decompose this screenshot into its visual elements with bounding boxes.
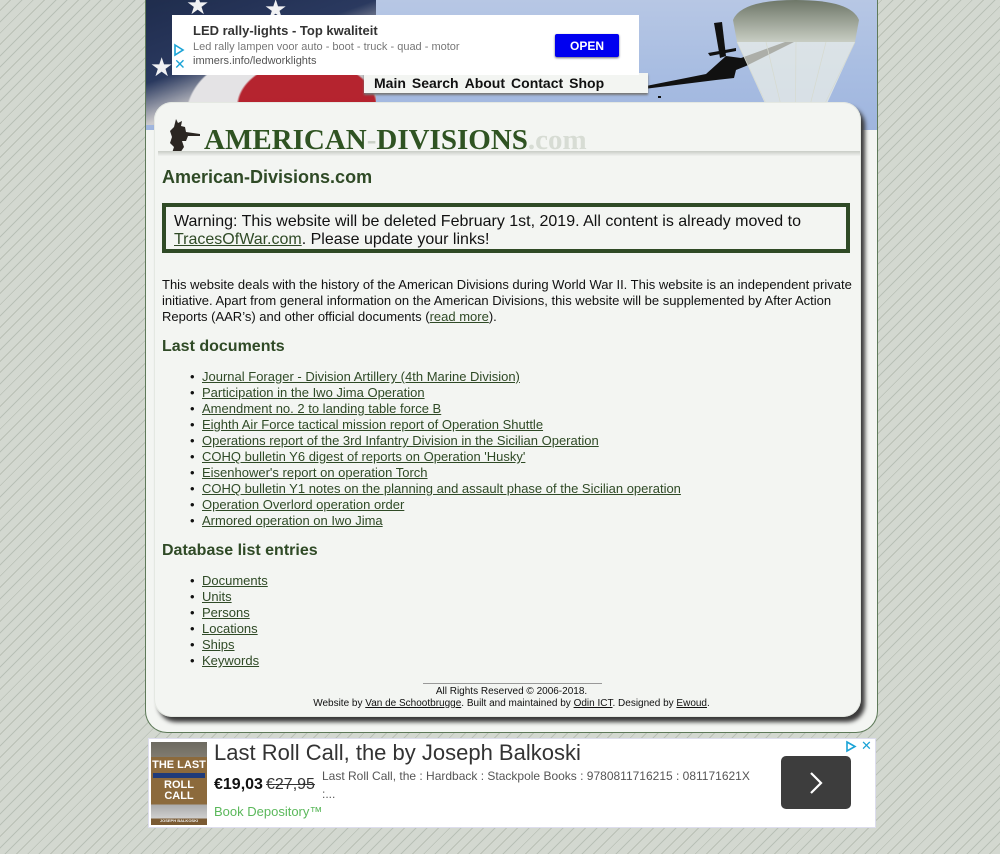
footer-divider	[423, 683, 602, 684]
van-de-schootbrugge-link[interactable]: Van de Schootbrugge	[365, 698, 461, 709]
ad-open-button[interactable]: OPEN	[555, 34, 619, 57]
list-item: Eisenhower's report on operation Torch	[190, 465, 681, 481]
database-link-persons[interactable]: Persons	[202, 605, 250, 620]
last-documents-list: Journal Forager - Division Artillery (4t…	[162, 369, 681, 529]
database-link-ships[interactable]: Ships	[202, 637, 235, 652]
list-item: Journal Forager - Division Artillery (4t…	[190, 369, 681, 385]
ad-next-button[interactable]	[781, 756, 851, 809]
database-link-units[interactable]: Units	[202, 589, 232, 604]
list-item: Eighth Air Force tactical mission report…	[190, 417, 681, 433]
document-link[interactable]: Amendment no. 2 to landing table force B	[202, 401, 441, 416]
list-item: Operation Overlord operation order	[190, 497, 681, 513]
credits-text: . Designed by	[612, 698, 677, 709]
logo-divider	[158, 151, 860, 156]
ad-description: Led rally lampen voor auto - boot - truc…	[193, 41, 460, 53]
nav-search[interactable]: Search	[412, 75, 459, 91]
site-logo[interactable]: AMERICAN - DIVISIONS .com	[166, 115, 587, 155]
list-item: Persons	[190, 605, 268, 621]
adchoices-icon[interactable]	[173, 43, 185, 57]
warning-text: Warning: This website will be deleted Fe…	[174, 213, 801, 230]
list-item: COHQ bulletin Y1 notes on the planning a…	[190, 481, 681, 497]
credits-text: Website by	[313, 698, 366, 709]
document-link[interactable]: Armored operation on Iwo Jima	[202, 513, 383, 528]
list-item: Ships	[190, 637, 268, 653]
cover-band	[153, 773, 205, 778]
ad-url[interactable]: immers.info/ledworklights	[193, 55, 316, 67]
copyright-text: All Rights Reserved © 2006-2018.	[435, 686, 588, 697]
document-link[interactable]: COHQ bulletin Y1 notes on the planning a…	[202, 481, 681, 496]
nav-about[interactable]: About	[465, 75, 505, 91]
document-link[interactable]: Participation in the Iwo Jima Operation	[202, 385, 425, 400]
star-icon: ★	[150, 52, 174, 82]
nav-shop[interactable]: Shop	[569, 75, 604, 91]
intro-paragraph: This website deals with the history of t…	[162, 277, 852, 325]
list-item: Participation in the Iwo Jima Operation	[190, 385, 681, 401]
credits-text: . Built and maintained by	[461, 698, 574, 709]
nav-main[interactable]: Main	[374, 75, 406, 91]
bottom-ad-banner[interactable]: THE LAST ROLL CALL JOSEPH BALKOSKI Last …	[148, 738, 876, 828]
database-heading: Database list entries	[162, 542, 318, 559]
nav-contact[interactable]: Contact	[511, 75, 563, 91]
database-list: Documents Units Persons Locations Ships …	[162, 573, 268, 669]
list-item: Documents	[190, 573, 268, 589]
ad-price: €19,03	[214, 776, 263, 793]
intro-text: This website deals with the history of t…	[162, 277, 852, 324]
cover-title-line2: ROLL CALL	[164, 779, 194, 802]
close-ad-icon[interactable]: ✕	[861, 739, 872, 753]
ad-title[interactable]: LED rally-lights - Top kwaliteit	[193, 23, 378, 38]
document-link[interactable]: Eisenhower's report on operation Torch	[202, 465, 428, 480]
footer: All Rights Reserved © 2006-2018. Website…	[146, 686, 877, 710]
warning-text-end: . Please update your links!	[301, 231, 490, 248]
document-link[interactable]: Operations report of the 3rd Infantry Di…	[202, 433, 599, 448]
document-link[interactable]: Journal Forager - Division Artillery (4t…	[202, 369, 520, 384]
ewoud-link[interactable]: Ewoud	[676, 698, 707, 709]
list-item: Armored operation on Iwo Jima	[190, 513, 681, 529]
ad-headline[interactable]: Last Roll Call, the by Joseph Balkoski	[214, 740, 581, 766]
close-ad-icon[interactable]: ✕	[174, 57, 186, 71]
intro-text-end: ).	[488, 309, 497, 324]
list-item: Operations report of the 3rd Infantry Di…	[190, 433, 681, 449]
database-link-documents[interactable]: Documents	[202, 573, 268, 588]
tracesofwar-link[interactable]: TracesOfWar.com	[174, 231, 302, 248]
last-documents-heading: Last documents	[162, 338, 285, 355]
database-link-locations[interactable]: Locations	[202, 621, 258, 636]
top-ad-banner[interactable]: ✕ LED rally-lights - Top kwaliteit Led r…	[172, 15, 639, 75]
page-container: ★ ★ ★ ★	[145, 0, 878, 733]
document-link[interactable]: Eighth Air Force tactical mission report…	[202, 417, 543, 432]
cover-title-line1: THE LAST	[152, 759, 206, 771]
list-item: Units	[190, 589, 268, 605]
read-more-link[interactable]: read more	[430, 309, 489, 324]
page-title: American-Divisions.com	[162, 167, 373, 187]
ad-description: Last Roll Call, the : Hardback : Stackpo…	[322, 769, 750, 801]
book-cover-image[interactable]: THE LAST ROLL CALL JOSEPH BALKOSKI	[151, 742, 207, 825]
document-link[interactable]: Operation Overlord operation order	[202, 497, 404, 512]
odin-ict-link[interactable]: Odin ICT	[574, 698, 613, 709]
warning-box: Warning: This website will be deleted Fe…	[162, 203, 850, 253]
list-item: COHQ bulletin Y6 digest of reports on Op…	[190, 449, 681, 465]
cover-author: JOSEPH BALKOSKI	[159, 818, 199, 823]
list-item: Amendment no. 2 to landing table force B	[190, 401, 681, 417]
database-link-keywords[interactable]: Keywords	[202, 653, 259, 668]
adchoices-icon[interactable]	[845, 740, 857, 753]
main-nav: Main Search About Contact Shop	[364, 73, 648, 93]
soldier-logo-icon	[170, 119, 200, 153]
ad-seller[interactable]: Book Depository™	[214, 804, 322, 819]
credits-line: Website by Van de Schootbrugge. Built an…	[146, 698, 877, 710]
chevron-right-icon	[810, 771, 823, 794]
list-item: Locations	[190, 621, 268, 637]
ad-old-price: €27,95	[266, 776, 315, 793]
credits-text: .	[707, 698, 710, 709]
list-item: Keywords	[190, 653, 268, 669]
document-link[interactable]: COHQ bulletin Y6 digest of reports on Op…	[202, 449, 525, 464]
